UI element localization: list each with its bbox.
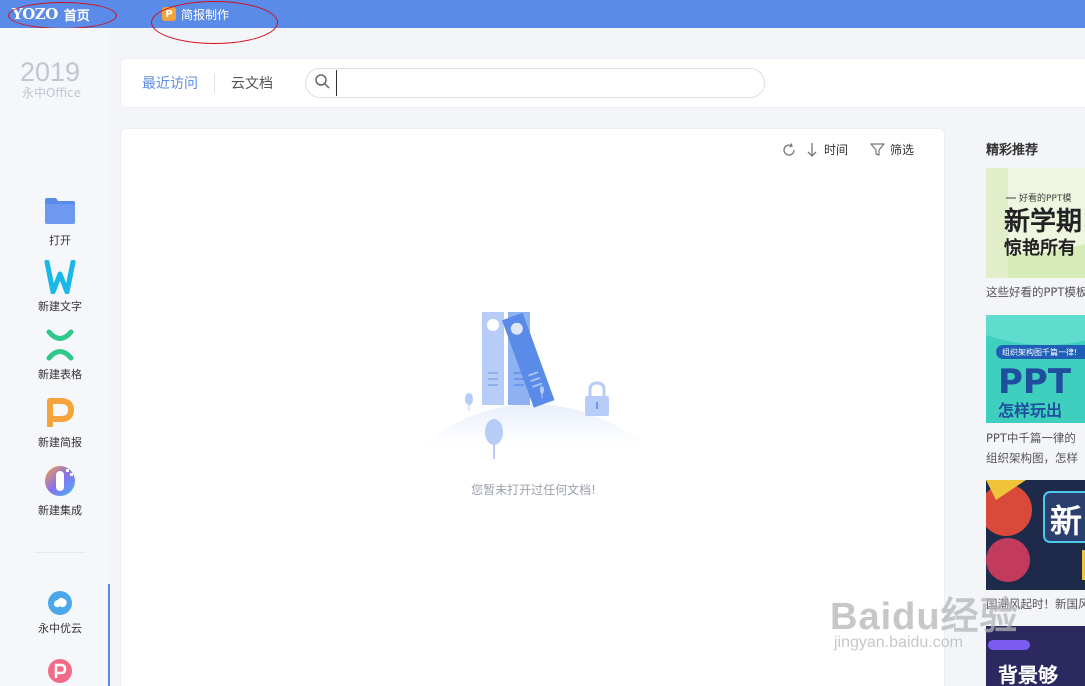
word-icon xyxy=(43,260,77,294)
product-name: 永中Office xyxy=(22,86,82,100)
card-2-headline: PPT xyxy=(998,362,1072,402)
cloud-icon xyxy=(47,590,73,616)
sort-by-time-button[interactable]: 时间 xyxy=(805,141,848,158)
search-icon xyxy=(314,73,330,93)
search-box[interactable] xyxy=(305,68,765,98)
panel-toolbar: 时间 筛选 xyxy=(781,141,914,158)
recent-files-panel: 时间 筛选 您暂未打开过任何文档! xyxy=(120,128,945,686)
sort-down-icon xyxy=(807,142,817,157)
card-2-small-text: 组织架构图千篇一律! xyxy=(1002,347,1077,357)
tab-presentation-label: 简报制作 xyxy=(181,7,230,22)
home-tab[interactable]: YOZO 首页 xyxy=(0,0,150,28)
refresh-button[interactable] xyxy=(781,142,797,158)
open-button[interactable]: 打开 xyxy=(0,194,120,248)
new-spreadsheet-button[interactable]: 新建表格 xyxy=(0,328,120,382)
integration-icon xyxy=(43,464,77,498)
sidebar-divider xyxy=(35,552,85,553)
empty-state-message: 您暂未打开过任何文档! xyxy=(471,483,596,497)
recommendations-panel: 精彩推荐 好看的PPT模 新学期 惊艳所有 这些好看的PPT模板 组织架构图千篇… xyxy=(969,128,1085,686)
sort-label: 时间 xyxy=(823,143,848,157)
recommendation-card-2-image[interactable]: 组织架构图千篇一律! PPT 怎样玩出 xyxy=(986,315,1085,423)
tab-cloud-documents[interactable]: 云文档 xyxy=(215,73,289,93)
file-browser-header: 最近访问 云文档 xyxy=(120,58,1085,108)
card-1-headline: 新学期 xyxy=(1004,206,1082,237)
card-1-subheadline: 惊艳所有 xyxy=(1004,237,1076,259)
new-document-button[interactable]: 新建文字 xyxy=(0,260,120,314)
new-presentation-button[interactable]: 新建简报 xyxy=(0,396,120,450)
filter-label: 筛选 xyxy=(889,143,914,157)
recommendation-card-3-image[interactable]: 新 xyxy=(986,480,1085,590)
title-bar: YOZO 首页 P 简报制作 xyxy=(0,0,1085,28)
card-3-headline: 新 xyxy=(1050,502,1082,540)
sheet-icon xyxy=(43,328,77,362)
new-presentation-label: 新建简报 xyxy=(38,436,82,449)
new-integration-button[interactable]: 新建集成 xyxy=(0,464,120,518)
card-4-headline: 背景够 xyxy=(998,663,1058,686)
recommendation-card-4-image[interactable]: 背景够 xyxy=(986,626,1085,686)
presentation-icon xyxy=(43,396,77,430)
recommendation-card-2-caption[interactable]: PPT中千篇一律的组织架构图，怎样玩出新鲜感？ xyxy=(986,428,1085,468)
version-year: 2019 xyxy=(20,57,81,87)
presentation-app-icon: P xyxy=(162,7,176,21)
card-1-small-text: 好看的PPT模 xyxy=(1019,192,1071,204)
pdf-tool-button[interactable] xyxy=(0,658,120,686)
folder-icon xyxy=(43,194,77,228)
card-2-subheadline: 怎样玩出 xyxy=(998,401,1062,420)
tab-recent[interactable]: 最近访问 xyxy=(121,73,214,93)
pdf-icon xyxy=(47,658,73,684)
yozo-cloud-label: 永中优云 xyxy=(38,622,82,635)
new-spreadsheet-label: 新建表格 xyxy=(38,368,82,381)
new-integration-label: 新建集成 xyxy=(38,504,82,517)
yozo-logo: YOZO xyxy=(12,5,58,23)
search-input[interactable] xyxy=(336,70,764,96)
recommendations-title: 精彩推荐 xyxy=(986,143,1039,158)
filter-button[interactable]: 筛选 xyxy=(870,141,914,158)
refresh-icon xyxy=(783,142,795,156)
filter-icon xyxy=(870,143,885,156)
new-document-label: 新建文字 xyxy=(38,300,82,313)
recommendation-card-1-image[interactable]: 好看的PPT模 新学期 惊艳所有 xyxy=(986,168,1085,278)
empty-state-illustration xyxy=(421,304,646,468)
version-badge: 2019 永中Office xyxy=(20,58,81,100)
recommendation-card-1-caption[interactable]: 这些好看的PPT模板 xyxy=(986,282,1085,302)
open-label: 打开 xyxy=(49,234,71,247)
tab-presentation[interactable]: P 简报制作 xyxy=(162,0,229,28)
left-sidebar: 2019 永中Office 打开 新建文字 新建表格 新建简报 新建集成 永中优… xyxy=(0,28,110,686)
home-tab-label: 首页 xyxy=(63,8,90,24)
yozo-cloud-button[interactable]: 永中优云 xyxy=(0,590,120,636)
recommendation-card-3-caption[interactable]: 国潮风起时！新国风 xyxy=(986,594,1085,614)
